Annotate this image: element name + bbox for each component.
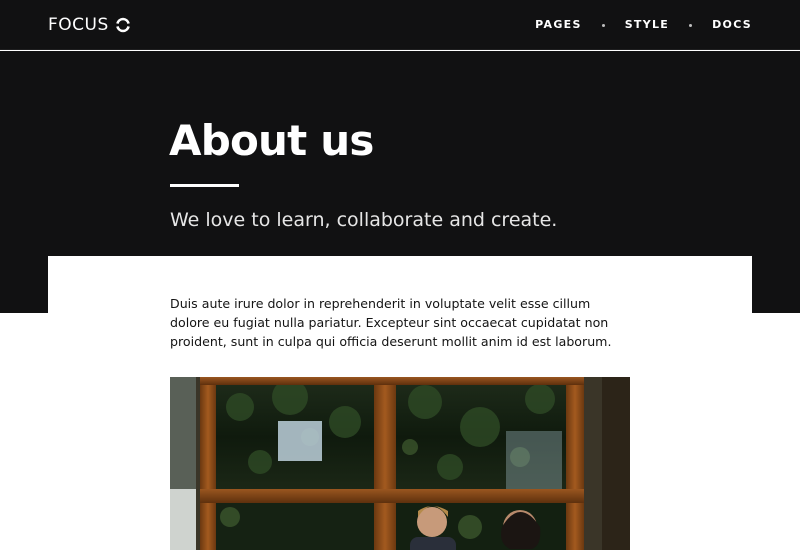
title-underline	[170, 184, 239, 187]
brand-logo-link[interactable]: FOCUS	[48, 12, 131, 38]
content-card: Duis aute irure dolor in reprehenderit i…	[48, 256, 752, 550]
nav-style-link[interactable]: STYLE	[625, 15, 669, 35]
brand-name: FOCUS	[48, 15, 109, 35]
nav-separator-dot	[601, 23, 605, 27]
top-navbar: FOCUS PAGES STYLE DOCS	[0, 0, 800, 50]
team-photo	[170, 377, 630, 550]
page-subtitle: We love to learn, collaborate and create…	[170, 209, 558, 231]
nav-pages-link[interactable]: PAGES	[535, 15, 582, 35]
main-nav: PAGES STYLE DOCS	[535, 15, 752, 35]
nav-docs-link[interactable]: DOCS	[712, 15, 752, 35]
page-title: About us	[169, 116, 374, 165]
nav-separator-dot	[689, 23, 693, 27]
circle-logo-icon	[115, 17, 130, 33]
team-photo-illustration	[170, 377, 630, 550]
intro-paragraph: Duis aute irure dolor in reprehenderit i…	[170, 296, 612, 349]
